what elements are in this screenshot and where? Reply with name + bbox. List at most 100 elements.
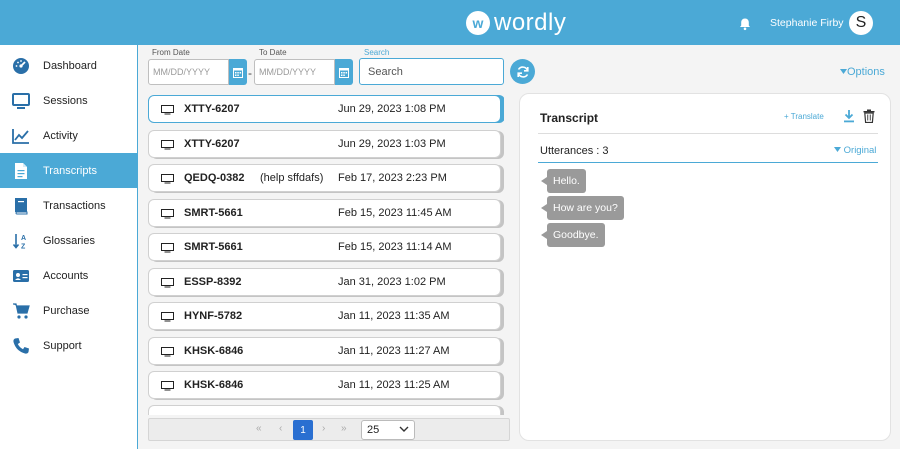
bell-icon[interactable] xyxy=(738,17,752,31)
user-name[interactable]: Stephanie Firby xyxy=(770,17,844,29)
sidebar-item-transcripts[interactable]: Transcripts xyxy=(0,153,137,188)
svg-text:Z: Z xyxy=(21,243,26,250)
search-label: Search xyxy=(364,48,390,57)
date-range-separator: - xyxy=(248,66,252,80)
session-date: Jan 11, 2023 11:27 AM xyxy=(338,345,450,357)
from-date-input[interactable]: MM/DD/YYYY xyxy=(148,59,229,85)
calendar-icon xyxy=(339,67,349,78)
monitor-icon xyxy=(161,140,174,150)
session-date: Feb 15, 2023 11:14 AM xyxy=(338,241,452,253)
monitor-icon xyxy=(161,209,174,219)
book-icon xyxy=(15,197,28,214)
trash-icon[interactable] xyxy=(863,109,875,123)
transcript-row[interactable]: XTTY-6207 Jun 29, 2023 1:08 PM xyxy=(148,95,501,123)
panel-divider-accent xyxy=(538,162,878,163)
pagination-bar: « ‹ 1 › » 25 xyxy=(148,418,510,441)
monitor-icon xyxy=(161,174,174,184)
current-page-button[interactable]: 1 xyxy=(293,420,313,440)
sidebar-item-label: Purchase xyxy=(43,304,90,317)
page-size-select[interactable]: 25 xyxy=(361,420,415,440)
utterance-bubble: Hello. xyxy=(541,169,586,193)
transcript-row[interactable]: HYNF-5782 Jan 11, 2023 11:35 AM xyxy=(148,302,501,330)
monitor-icon xyxy=(161,347,174,357)
session-note: (help sffdafs) xyxy=(260,172,324,184)
transcript-row-partial[interactable] xyxy=(148,405,501,415)
transcript-row[interactable]: ESSP-8392 Jan 31, 2023 1:02 PM xyxy=(148,268,501,296)
monitor-icon xyxy=(161,312,174,322)
document-icon xyxy=(15,162,27,179)
sidebar: Dashboard Sessions Activity Transcripts xyxy=(0,45,138,449)
first-page-button[interactable]: « xyxy=(256,423,262,434)
transcript-row[interactable]: SMRT-5661 Feb 15, 2023 11:45 AM xyxy=(148,199,501,227)
session-date: Jan 11, 2023 11:35 AM xyxy=(338,310,450,322)
session-code: XTTY-6207 xyxy=(184,138,240,150)
translate-button[interactable]: + Translate xyxy=(784,112,824,121)
sidebar-item-transactions[interactable]: Transactions xyxy=(0,188,137,223)
refresh-icon xyxy=(516,65,529,78)
utterance-bubble: How are you? xyxy=(541,196,624,220)
sidebar-item-label: Dashboard xyxy=(43,59,97,72)
sidebar-item-purchase[interactable]: Purchase xyxy=(0,293,137,328)
to-date-input[interactable]: MM/DD/YYYY xyxy=(254,59,335,85)
utterances-count: Utterances : 3 xyxy=(540,145,609,157)
monitor-icon xyxy=(12,92,30,109)
sidebar-item-label: Transcripts xyxy=(43,164,97,177)
sidebar-item-sessions[interactable]: Sessions xyxy=(0,83,137,118)
sort-az-icon: A Z xyxy=(12,233,26,250)
logo-badge: w xyxy=(466,11,490,35)
options-dropdown[interactable]: Options xyxy=(840,66,885,78)
session-date: Feb 17, 2023 2:23 PM xyxy=(338,172,447,184)
wordly-logo[interactable]: w wordly xyxy=(466,9,566,37)
transcript-list[interactable]: XTTY-6207 Jun 29, 2023 1:08 PM XTTY-6207… xyxy=(148,93,504,415)
utterance-bubble: Goodbye. xyxy=(541,223,605,247)
monitor-icon xyxy=(161,278,174,288)
search-input[interactable] xyxy=(359,58,504,85)
session-code: KHSK-6846 xyxy=(184,379,244,391)
transcript-row[interactable]: QEDQ-0382 (help sffdafs) Feb 17, 2023 2:… xyxy=(148,164,501,192)
line-chart-icon xyxy=(12,128,29,144)
sidebar-item-label: Glossaries xyxy=(43,234,95,247)
to-date-label: To Date xyxy=(259,48,287,57)
sidebar-item-glossaries[interactable]: A Z Glossaries xyxy=(0,223,137,258)
monitor-icon xyxy=(161,243,174,253)
last-page-button[interactable]: » xyxy=(341,423,347,434)
chevron-down-icon xyxy=(399,426,409,432)
transcript-panel: Transcript + Translate Utterances : 3 Or… xyxy=(519,93,891,441)
sidebar-item-activity[interactable]: Activity xyxy=(0,118,137,153)
cart-icon xyxy=(13,302,30,319)
panel-title: Transcript xyxy=(540,111,599,125)
refresh-button[interactable] xyxy=(510,59,535,84)
sidebar-item-accounts[interactable]: Accounts xyxy=(0,258,137,293)
sidebar-item-label: Sessions xyxy=(43,94,88,107)
sidebar-item-label: Transactions xyxy=(43,199,106,212)
transcript-row[interactable]: KHSK-6846 Jan 11, 2023 11:25 AM xyxy=(148,371,501,399)
language-label: Original xyxy=(843,145,877,156)
svg-text:A: A xyxy=(21,235,26,242)
session-code: KHSK-6846 xyxy=(184,345,244,357)
monitor-icon xyxy=(161,105,174,115)
session-date: Jan 11, 2023 11:25 AM xyxy=(338,379,450,391)
session-date: Feb 15, 2023 11:45 AM xyxy=(338,207,452,219)
prev-page-button[interactable]: ‹ xyxy=(279,423,282,434)
session-code: XTTY-6207 xyxy=(184,103,240,115)
from-date-calendar-button[interactable] xyxy=(229,59,247,85)
avatar[interactable]: S xyxy=(849,11,873,35)
from-date-label: From Date xyxy=(152,48,190,57)
language-dropdown[interactable]: Original xyxy=(834,145,876,156)
sidebar-item-dashboard[interactable]: Dashboard xyxy=(0,48,137,83)
panel-divider xyxy=(538,133,878,134)
monitor-icon xyxy=(161,381,174,391)
to-date-calendar-button[interactable] xyxy=(335,59,353,85)
caret-down-icon xyxy=(840,69,847,74)
sidebar-item-support[interactable]: Support xyxy=(0,328,137,363)
transcript-row[interactable]: KHSK-6846 Jan 11, 2023 11:27 AM xyxy=(148,337,501,365)
sidebar-item-label: Activity xyxy=(43,129,78,142)
sidebar-item-label: Accounts xyxy=(43,269,89,282)
phone-icon xyxy=(13,337,29,354)
transcript-row[interactable]: SMRT-5661 Feb 15, 2023 11:14 AM xyxy=(148,233,501,261)
transcript-row[interactable]: XTTY-6207 Jun 29, 2023 1:03 PM xyxy=(148,130,501,158)
download-icon[interactable] xyxy=(843,109,855,123)
dashboard-icon xyxy=(13,57,29,74)
session-code: HYNF-5782 xyxy=(184,310,243,322)
next-page-button[interactable]: › xyxy=(322,423,325,434)
